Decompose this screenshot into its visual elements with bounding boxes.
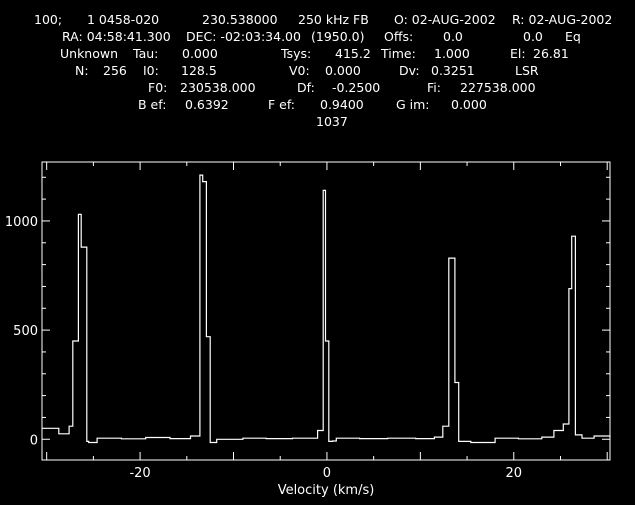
x-tick-label: -20: [129, 466, 150, 481]
spectrum-plot: -20 0 20 0 500 1000 Velocity (km/s): [5, 161, 611, 498]
y-tick-label: 500: [13, 324, 38, 339]
x-axis-label: Velocity (km/s): [278, 483, 375, 498]
x-tick-label: 0: [323, 466, 331, 481]
y-tick-label: 0: [30, 433, 38, 448]
spectrum-trace: [42, 174, 611, 444]
x-tick-label: 20: [506, 466, 523, 481]
y-tick-label: 1000: [5, 215, 38, 230]
